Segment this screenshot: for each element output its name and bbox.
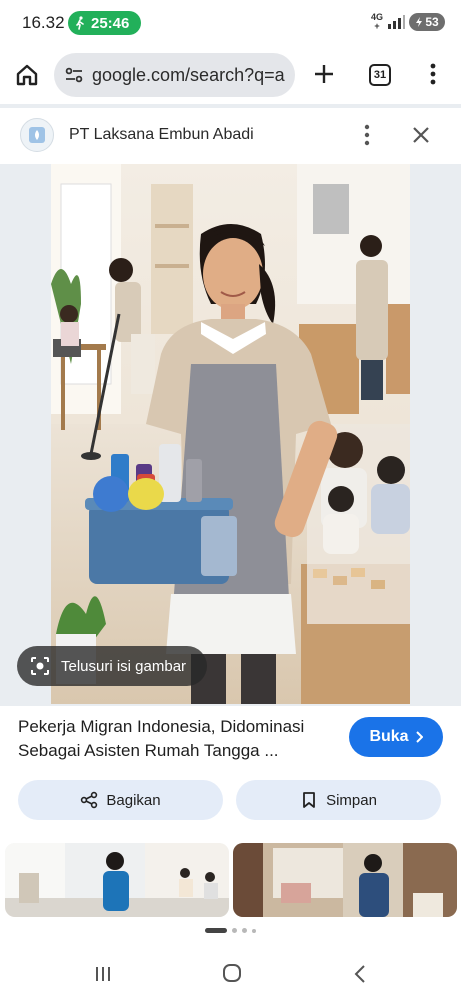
battery-indicator: 53 bbox=[409, 13, 445, 31]
share-icon bbox=[81, 791, 98, 809]
source-header: PT Laksana Embun Abadi bbox=[0, 108, 461, 164]
battery-level: 53 bbox=[425, 15, 439, 29]
walk-timer-text: 25:46 bbox=[91, 14, 130, 32]
status-time: 16.32 bbox=[22, 13, 65, 32]
related-image-thumbnail[interactable] bbox=[5, 843, 229, 917]
carousel-indicator bbox=[0, 928, 461, 933]
walk-timer-badge[interactable]: 25:46 bbox=[68, 11, 141, 35]
source-name[interactable]: PT Laksana Embun Abadi bbox=[69, 126, 254, 144]
tune-icon[interactable] bbox=[64, 65, 84, 85]
related-image-thumbnail[interactable] bbox=[233, 843, 457, 917]
nav-recent-icon[interactable] bbox=[94, 965, 112, 983]
site-logo-icon bbox=[29, 127, 45, 143]
plus-icon[interactable] bbox=[312, 62, 336, 86]
lens-icon bbox=[31, 657, 49, 675]
share-label: Bagikan bbox=[106, 791, 161, 809]
network-type: 4G + bbox=[370, 12, 383, 31]
status-bar: 16.32 25:46 4G + 53 bbox=[0, 0, 461, 46]
main-image[interactable] bbox=[51, 164, 410, 704]
signal-icon bbox=[388, 15, 405, 29]
save-button[interactable]: Simpan bbox=[236, 780, 441, 820]
walk-icon bbox=[76, 16, 84, 30]
tab-switcher-button[interactable]: 31 bbox=[369, 64, 391, 86]
bookmark-icon bbox=[303, 792, 315, 808]
carousel-dot bbox=[232, 928, 237, 933]
share-button[interactable]: Bagikan bbox=[18, 780, 223, 820]
save-label: Simpan bbox=[326, 791, 377, 809]
open-label: Buka bbox=[369, 728, 409, 745]
related-image-1 bbox=[5, 843, 229, 917]
source-favicon bbox=[20, 118, 54, 152]
home-icon[interactable] bbox=[14, 62, 40, 88]
charging-icon bbox=[416, 17, 423, 27]
system-navigation-bar bbox=[0, 955, 461, 1000]
result-title[interactable]: Pekerja Migran Indonesia, Didominasi Seb… bbox=[18, 715, 338, 763]
more-vert-icon[interactable] bbox=[364, 124, 370, 146]
status-indicators: 4G + 53 bbox=[371, 13, 445, 31]
carousel-dot-active bbox=[205, 928, 227, 933]
carousel-dot bbox=[252, 928, 256, 933]
menu-icon[interactable] bbox=[429, 62, 437, 86]
address-bar[interactable]: google.com/search?q=a bbox=[54, 53, 295, 97]
close-icon[interactable] bbox=[411, 125, 431, 145]
search-image-label: Telusuri isi gambar bbox=[61, 657, 187, 675]
housekeeper-photo bbox=[51, 164, 410, 704]
carousel-dot bbox=[242, 928, 247, 933]
chevron-right-icon bbox=[415, 731, 423, 743]
open-button[interactable]: Buka bbox=[349, 717, 443, 757]
browser-toolbar: google.com/search?q=a 31 bbox=[0, 50, 461, 100]
search-image-button[interactable]: Telusuri isi gambar bbox=[17, 646, 207, 686]
url-text: google.com/search?q=a bbox=[92, 64, 285, 85]
nav-home-icon[interactable] bbox=[222, 963, 242, 983]
related-image-2 bbox=[233, 843, 457, 917]
nav-back-icon[interactable] bbox=[352, 964, 368, 984]
